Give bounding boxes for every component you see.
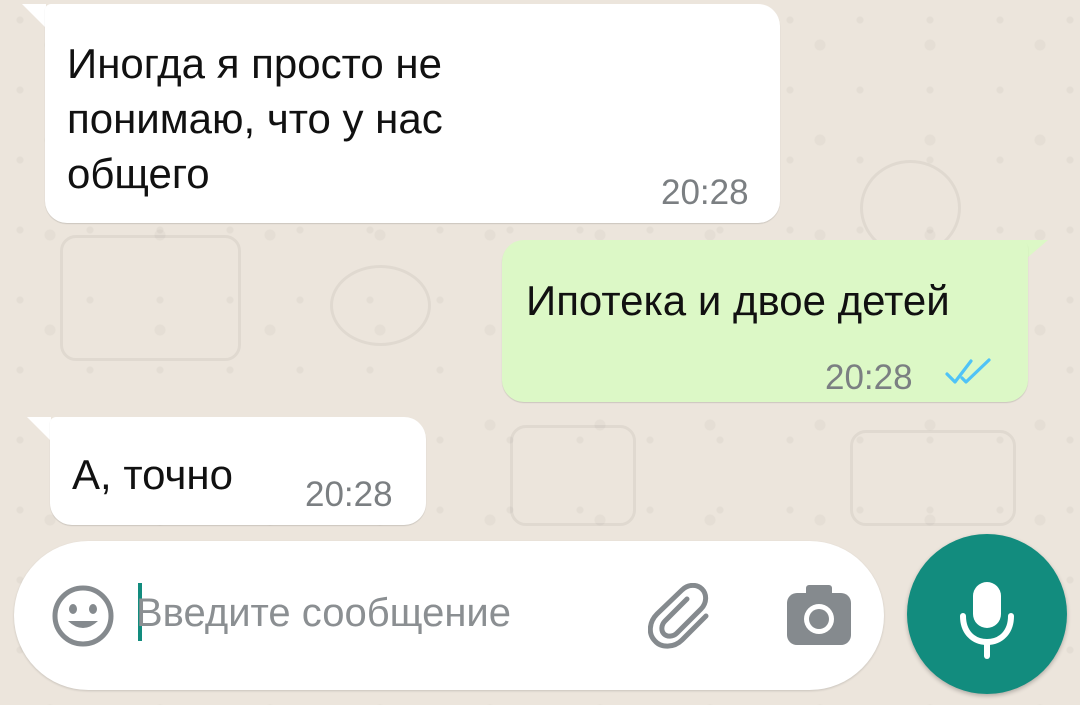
- microphone-button[interactable]: [907, 534, 1067, 694]
- microphone-icon: [960, 582, 1014, 659]
- wallpaper-doodle: [330, 265, 431, 346]
- emoji-icon[interactable]: [48, 581, 118, 651]
- message-timestamp: 20:28: [661, 173, 749, 212]
- camera-icon[interactable]: [784, 581, 854, 651]
- incoming-message-bubble[interactable]: А, точно 20:28: [50, 417, 426, 525]
- paperclip-icon[interactable]: [648, 583, 718, 653]
- message-timestamp: 20:28: [305, 475, 393, 514]
- message-text: А, точно: [72, 451, 233, 498]
- message-composer: [14, 541, 884, 690]
- outgoing-message-bubble[interactable]: Ипотека и двое детей 20:28: [502, 240, 1028, 402]
- read-receipt-icon: [945, 358, 991, 384]
- message-text: Ипотека и двое детей: [526, 277, 950, 324]
- message-text: Иногда я просто не понимаю, что у нас об…: [67, 40, 443, 197]
- incoming-message-bubble[interactable]: Иногда я просто не понимаю, что у нас об…: [45, 4, 780, 223]
- message-input[interactable]: [136, 581, 616, 645]
- wallpaper-doodle: [60, 235, 241, 361]
- message-tail: [27, 417, 51, 441]
- message-timestamp: 20:28: [825, 358, 913, 397]
- wallpaper-doodle: [850, 430, 1016, 526]
- message-tail: [22, 4, 46, 28]
- wallpaper-doodle: [510, 425, 636, 526]
